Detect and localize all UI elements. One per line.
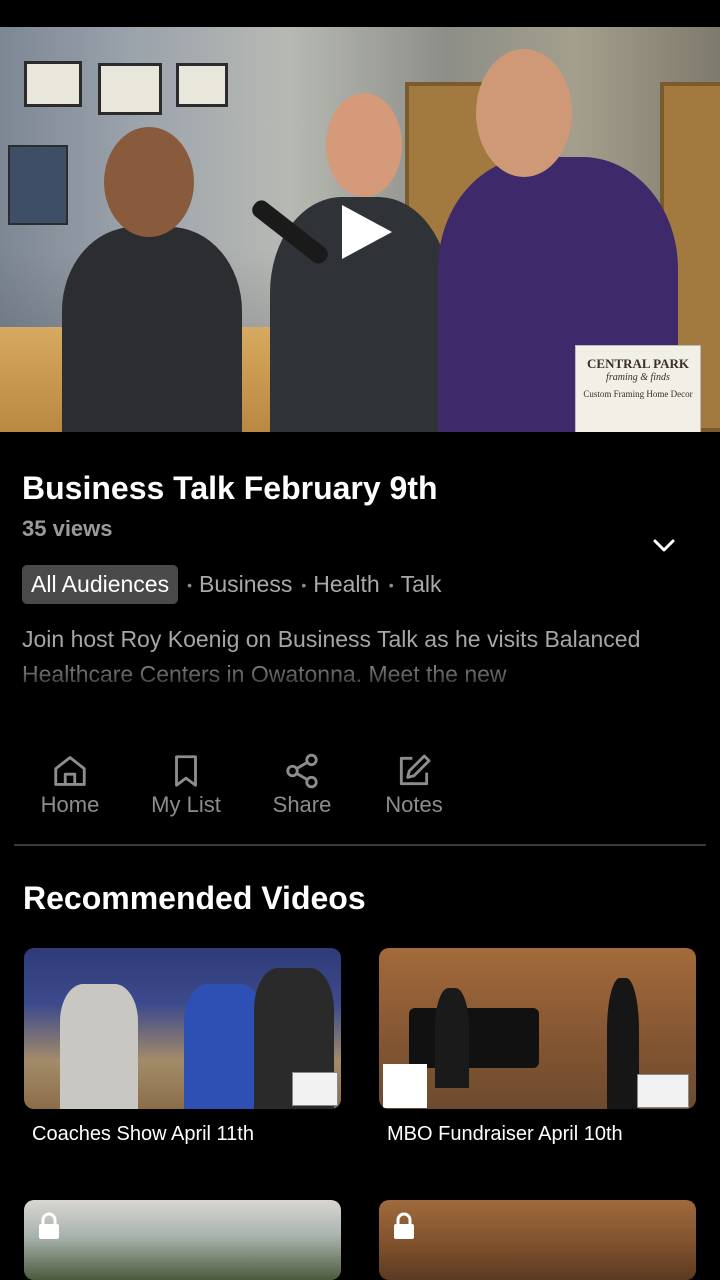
share-button[interactable]: Share — [266, 752, 338, 818]
share-icon — [286, 753, 318, 789]
video-thumbnail[interactable] — [379, 948, 696, 1109]
action-bar: Home My List Share Notes — [0, 752, 720, 822]
notes-label: Notes — [385, 792, 443, 817]
pianist-figure — [435, 988, 469, 1088]
person-center-head — [326, 93, 402, 197]
chevron-down-icon[interactable] — [648, 530, 680, 562]
tag-talk[interactable]: Talk — [401, 571, 442, 598]
video-thumbnail[interactable] — [24, 948, 341, 1109]
person-left-head — [104, 127, 194, 237]
wall-certificate — [24, 61, 82, 107]
play-icon[interactable] — [336, 202, 396, 262]
piano — [409, 1008, 539, 1068]
qr-code — [383, 1064, 427, 1108]
home-icon — [54, 756, 86, 786]
lock-icon — [394, 1212, 414, 1239]
sponsor-logo: CENTRAL PARK framing & finds Custom Fram… — [575, 345, 701, 432]
home-label: Home — [40, 792, 100, 817]
video-player[interactable]: CENTRAL PARK framing & finds Custom Fram… — [0, 27, 720, 432]
tag-health[interactable]: Health — [313, 571, 379, 598]
tag-separator: • — [301, 576, 307, 593]
person-left — [62, 227, 242, 432]
equipment — [8, 145, 68, 225]
description-fade — [0, 655, 720, 695]
video-thumbnail[interactable] — [379, 1200, 696, 1280]
tag-list: All Audiences • Business • Health • Talk — [22, 564, 442, 605]
sponsor-logo — [292, 1072, 338, 1106]
player-figure — [184, 984, 264, 1109]
tag-all-audiences[interactable]: All Audiences — [22, 565, 179, 604]
lock-icon — [39, 1212, 59, 1239]
sponsor-sub: Custom Framing Home Decor — [583, 389, 693, 399]
player-figure — [60, 984, 138, 1109]
view-count: 35 views — [22, 516, 113, 541]
video-card[interactable]: Coaches Show April 11th — [24, 948, 341, 1146]
my-list-button[interactable]: My List — [142, 752, 230, 818]
divider — [14, 844, 706, 846]
wall-certificate — [98, 63, 162, 115]
share-label: Share — [272, 792, 332, 817]
bookmark-icon — [175, 755, 197, 787]
tag-separator: • — [187, 576, 192, 593]
status-bar — [0, 0, 720, 27]
video-thumbnail[interactable] — [24, 1200, 341, 1280]
wall-certificate — [176, 63, 228, 107]
tag-business[interactable]: Business — [199, 571, 292, 598]
flutist-figure — [607, 978, 639, 1109]
person-right-head — [476, 49, 572, 177]
sponsor-tagline: framing & finds — [606, 372, 670, 383]
my-list-label: My List — [151, 792, 221, 817]
home-button[interactable]: Home — [34, 752, 106, 818]
video-card[interactable] — [24, 1200, 341, 1280]
recommended-heading: Recommended Videos — [23, 880, 366, 916]
tag-separator: • — [388, 576, 394, 593]
video-card[interactable]: MBO Fundraiser April 10th — [379, 948, 696, 1146]
video-card[interactable] — [379, 1200, 696, 1280]
edit-icon — [399, 754, 431, 786]
video-card-title: Coaches Show April 11th — [32, 1123, 254, 1145]
notes-button[interactable]: Notes — [378, 752, 450, 818]
sponsor-logo — [637, 1074, 689, 1108]
video-card-title: MBO Fundraiser April 10th — [387, 1123, 623, 1145]
video-title: Business Talk February 9th — [22, 470, 438, 506]
sponsor-name: CENTRAL PARK — [587, 356, 689, 371]
